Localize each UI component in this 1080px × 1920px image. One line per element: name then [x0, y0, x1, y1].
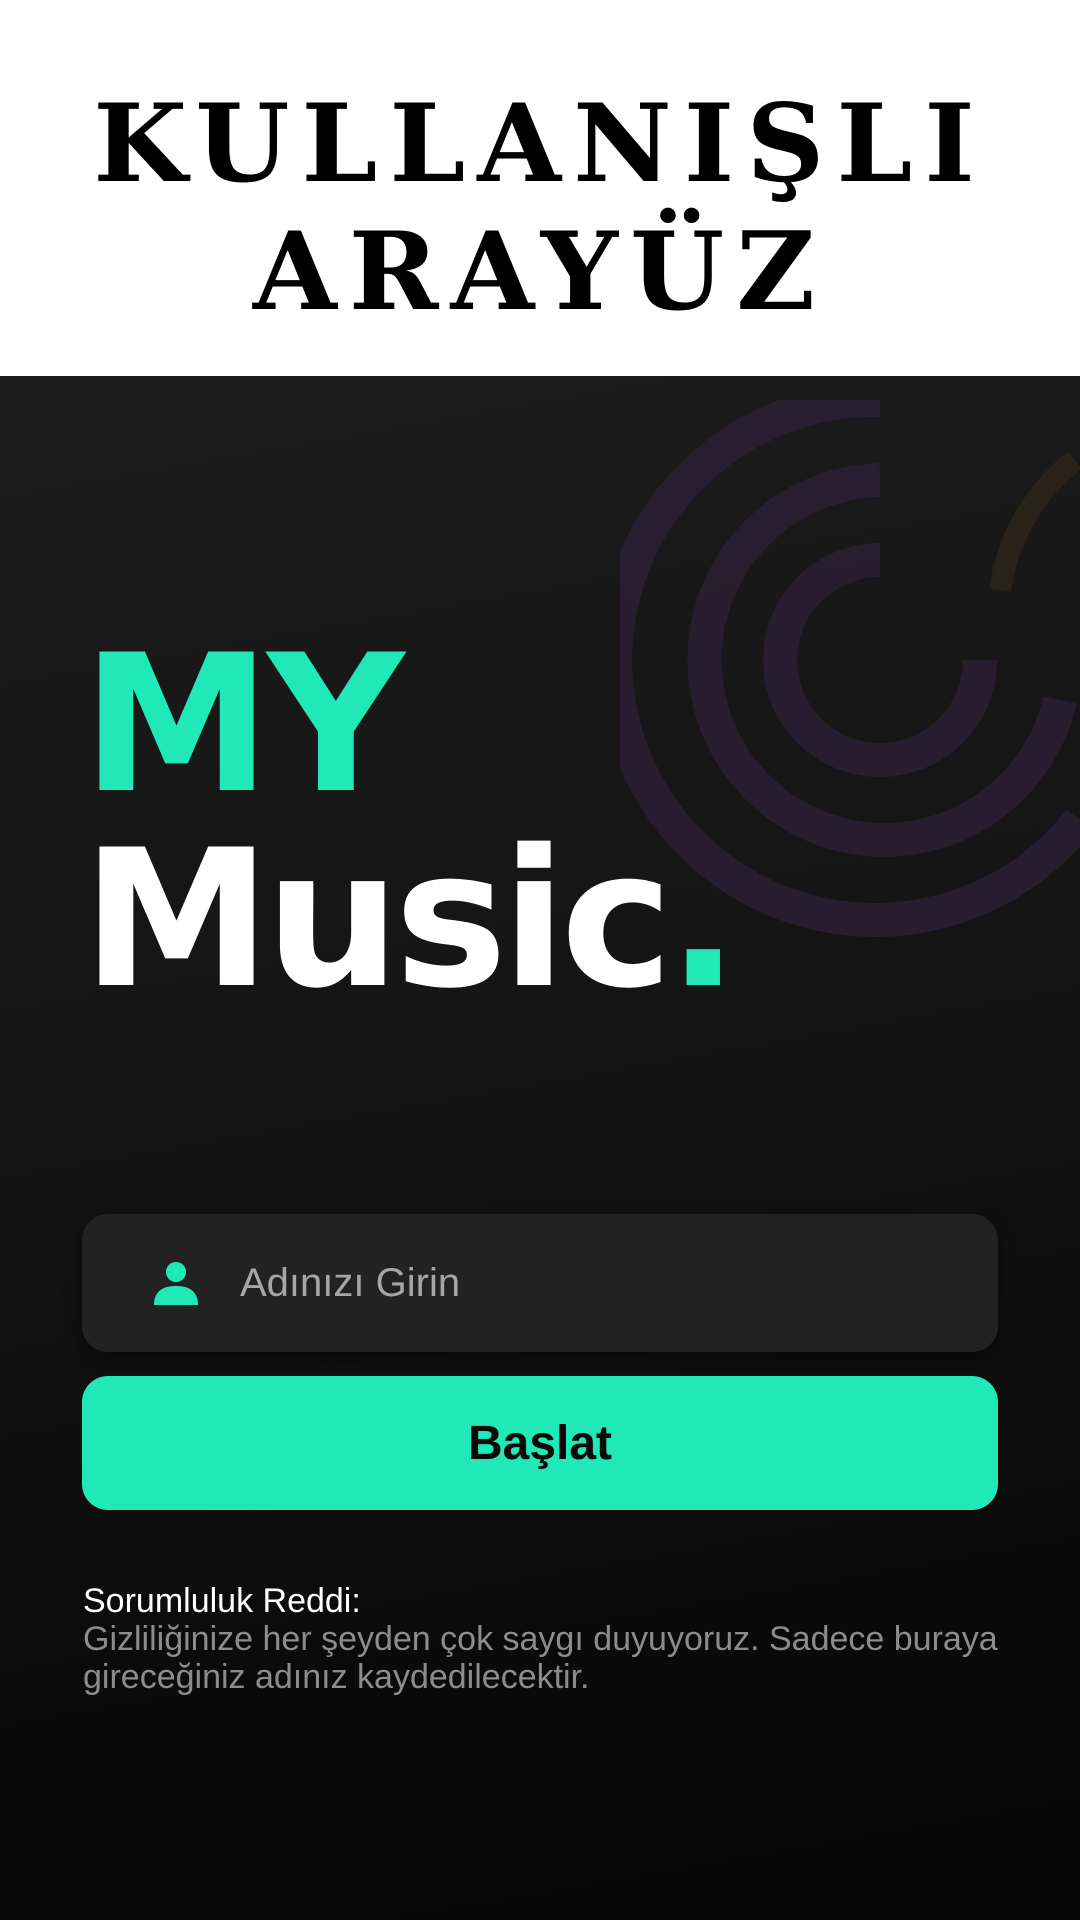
name-input[interactable]	[240, 1214, 998, 1352]
logo-music: Music.	[82, 820, 739, 1020]
user-icon	[154, 1262, 198, 1305]
top-banner: KULLANIŞLI ARAYÜZ	[0, 0, 1080, 376]
logo-my: MY	[82, 614, 405, 835]
disclaimer-title: Sorumluluk Reddi:	[83, 1582, 361, 1620]
app-screen: MY Music. Başlat Sorumluluk Reddi: Gizli…	[0, 360, 1080, 1920]
banner-title: KULLANIŞLI ARAYÜZ	[93, 81, 987, 335]
name-field[interactable]	[82, 1214, 998, 1352]
logo-dot: .	[667, 809, 739, 1030]
logo-music-text: Music	[82, 809, 673, 1030]
disclaimer: Sorumluluk Reddi: Gizliliğinize her şeyd…	[83, 1582, 1003, 1696]
disclaimer-text: Gizliliğinize her şeyden çok saygı duyuy…	[83, 1620, 998, 1696]
app-logo: MY Music.	[82, 614, 739, 1020]
start-button[interactable]: Başlat	[82, 1376, 998, 1510]
